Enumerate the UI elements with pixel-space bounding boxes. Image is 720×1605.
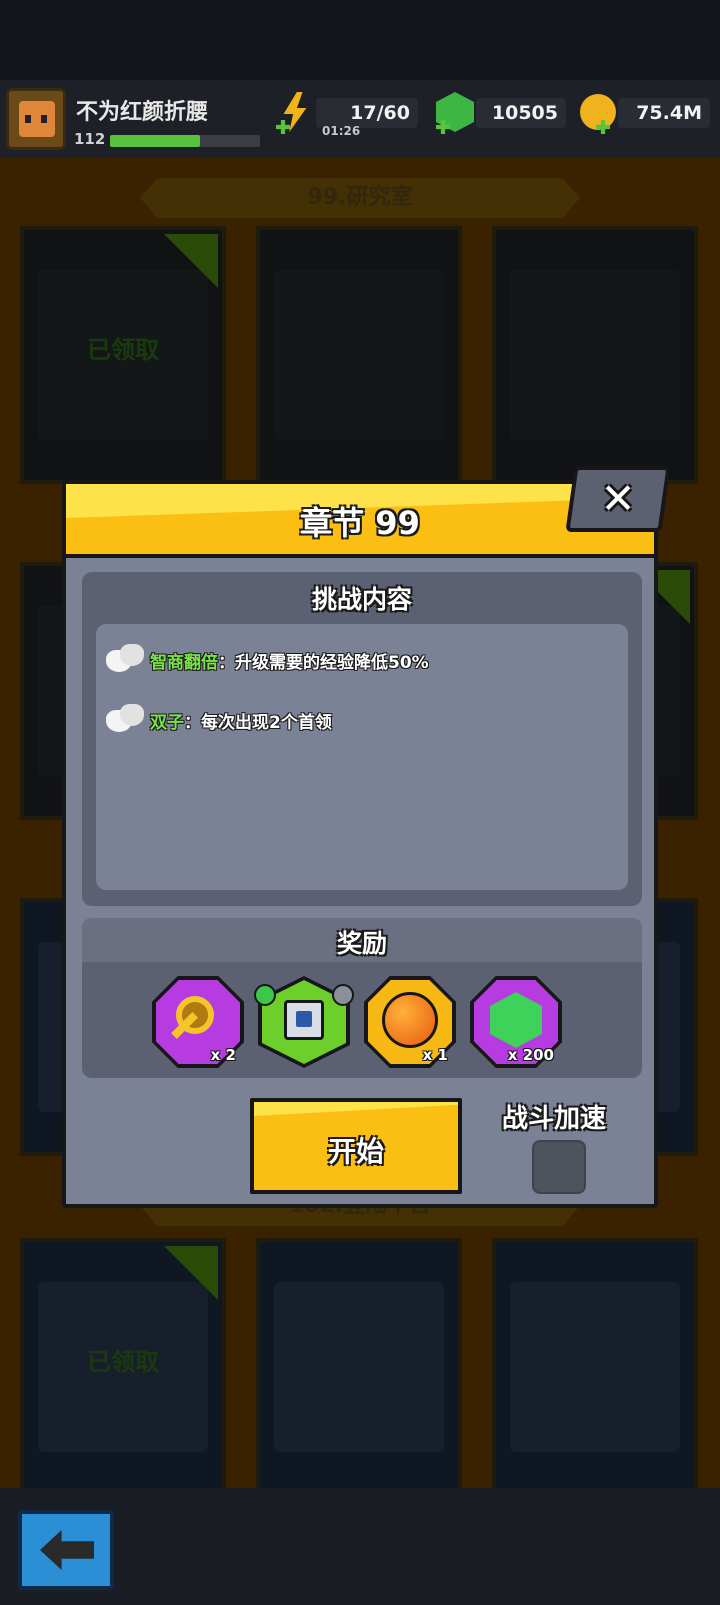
- arrow-left-icon: [40, 1530, 94, 1570]
- start-button[interactable]: 开始: [250, 1098, 462, 1194]
- challenge-desc: ：升级需要的经验降低50%: [218, 652, 429, 673]
- challenge-title: 挑战内容: [311, 585, 412, 614]
- challenge-name: 智商翻倍: [150, 652, 218, 673]
- reward-key[interactable]: x 2: [152, 976, 244, 1068]
- challenge-panel: 挑战内容 智商翻倍 ：升级需要的经验降低50% 双子 ：每次出现2个首领: [82, 572, 642, 906]
- reward-qty: x 200: [507, 1046, 554, 1064]
- orb-icon: [382, 992, 438, 1048]
- avatar-face: [19, 101, 55, 137]
- start-label: 开始: [327, 1135, 384, 1168]
- armor-icon: [284, 1000, 324, 1040]
- challenge-name: 双子: [150, 712, 184, 733]
- reward-orb[interactable]: x 1: [364, 976, 456, 1068]
- rewards-panel: 奖励 x 2 x 1 x 200: [82, 918, 642, 1078]
- rewards-title: 奖励: [336, 929, 387, 958]
- close-icon: ✕: [600, 474, 636, 523]
- player-avatar[interactable]: [6, 88, 66, 150]
- back-button[interactable]: [18, 1510, 114, 1590]
- player-level: 112: [74, 130, 106, 148]
- close-button[interactable]: ✕: [565, 466, 671, 532]
- battle-speed-checkbox[interactable]: [532, 1140, 586, 1194]
- status-bar: [0, 0, 720, 80]
- energy-timer: 01:26: [322, 124, 361, 138]
- coin-value: 75.4M: [618, 98, 710, 128]
- reward-equipment[interactable]: [254, 976, 354, 1068]
- reward-qty: x 1: [422, 1046, 448, 1064]
- chapter-dialog: 章节 99 挑战内容 智商翻倍 ：升级需要的经验降低50% 双子 ：每次出现2个…: [62, 480, 658, 1208]
- rarity-badge-icon: [254, 984, 276, 1006]
- key-icon: [172, 996, 216, 1040]
- challenge-desc: ：每次出现2个首领: [184, 712, 332, 733]
- xp-bar-fill: [110, 135, 200, 147]
- mask-icon: [104, 642, 146, 678]
- challenge-item: 双子 ：每次出现2个首领: [104, 700, 332, 740]
- reward-qty: x 2: [210, 1046, 236, 1064]
- gem-value: 10505: [476, 98, 566, 128]
- battle-speed-label: 战斗加速: [502, 1104, 607, 1134]
- button-highlight: [254, 1102, 458, 1116]
- mask-icon: [104, 702, 146, 738]
- reward-gem[interactable]: x 200: [470, 976, 562, 1068]
- challenge-item: 智商翻倍 ：升级需要的经验降低50%: [104, 640, 429, 680]
- challenge-list: 智商翻倍 ：升级需要的经验降低50% 双子 ：每次出现2个首领: [96, 624, 628, 890]
- slot-badge-icon: [332, 984, 354, 1006]
- coin-icon: [580, 94, 616, 130]
- player-name: 不为红颜折腰: [76, 100, 209, 125]
- xp-bar: [110, 135, 260, 147]
